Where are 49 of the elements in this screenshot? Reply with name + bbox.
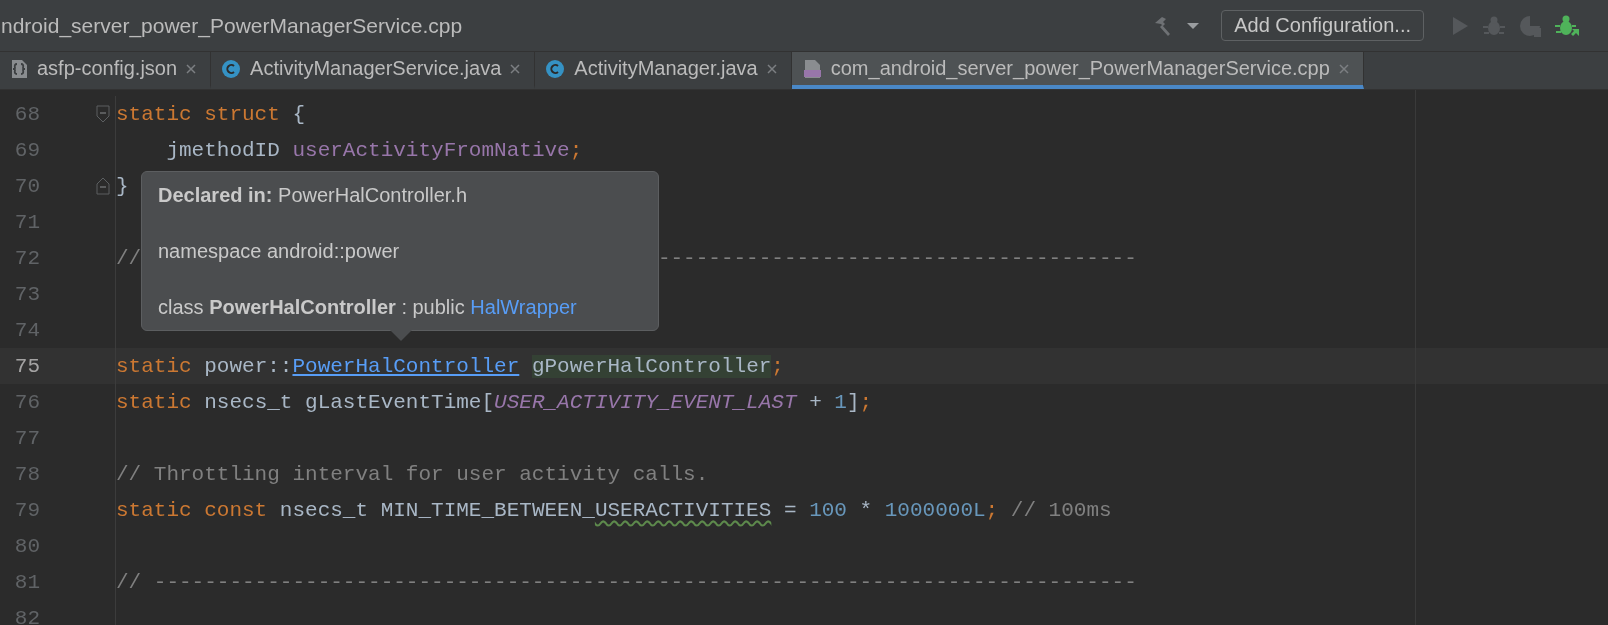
code-line: // [116, 246, 142, 270]
line-number: 74 [13, 318, 40, 342]
class-icon [545, 58, 566, 79]
file-icon [10, 58, 28, 79]
file-icon [801, 58, 822, 79]
editor-tab[interactable]: asfp-config.json [0, 52, 212, 89]
namespace-text: namespace android::power [158, 239, 401, 264]
line-number: 73 [13, 282, 40, 306]
line-number: 81 [13, 570, 40, 594]
line-number: 76 [13, 390, 40, 414]
code-line: jmethodID userActivityFromNative; [165, 138, 583, 162]
fold-icon[interactable] [96, 105, 110, 123]
editor-tab[interactable]: ActivityManager.java [535, 52, 792, 89]
line-number: 69 [13, 138, 40, 162]
code-line: -------------------------------------- [657, 246, 1137, 270]
line-number: 78 [13, 462, 40, 486]
line-number: 79 [13, 498, 40, 522]
line-number: 80 [13, 534, 40, 558]
line-number: 70 [13, 174, 40, 198]
line-number: 77 [13, 426, 40, 450]
run-icon[interactable] [1450, 14, 1470, 37]
line-number: 68 [13, 102, 40, 126]
editor-tab[interactable]: com_android_server_power_PowerManagerService.cpp [791, 52, 1364, 89]
code-line: // Throttling interval for user activity calls. [116, 462, 709, 486]
profiler-icon[interactable] [1518, 13, 1542, 38]
line-number: 72 [13, 246, 40, 270]
code-line: static nsecs_t gLastEventTime[USER_ACTIVITY_EVENT_LAST + 1]; [116, 390, 873, 414]
code-line: static struct { [116, 102, 306, 126]
window-title: ndroid_server_power_PowerManagerService.cpp [1, 13, 463, 38]
editor-tab[interactable]: ActivityManagerService.java [211, 52, 536, 89]
type-link[interactable]: PowerHalController [292, 354, 520, 378]
close-icon[interactable] [186, 63, 197, 74]
line-number: 71 [13, 210, 40, 234]
class-declaration-text: class PowerHalController : public HalWrapper [158, 295, 578, 320]
close-icon[interactable] [510, 63, 521, 74]
base-class-link[interactable]: HalWrapper [470, 296, 577, 318]
code-line: // ------------------------------------------------------------------------------ [116, 570, 1137, 594]
line-number: 75 [13, 354, 40, 378]
class-icon [221, 58, 242, 79]
code-line: static power::PowerHalController gPowerHalController; [116, 354, 784, 378]
line-number: 82 [13, 606, 40, 625]
close-icon[interactable] [1338, 63, 1349, 74]
code-line: static const nsecs_t MIN_TIME_BETWEEN_USERACTIVITIES = 100 * 1000000L; // 100ms [116, 498, 1112, 522]
close-icon[interactable] [766, 63, 777, 74]
code-line: } [116, 174, 129, 198]
fold-icon[interactable] [96, 177, 110, 195]
add-configuration-button[interactable]: Add Configuration... [1221, 10, 1424, 41]
declared-in-text: Declared in: PowerHalController.h [158, 183, 468, 208]
caret-icon[interactable] [1187, 21, 1200, 30]
